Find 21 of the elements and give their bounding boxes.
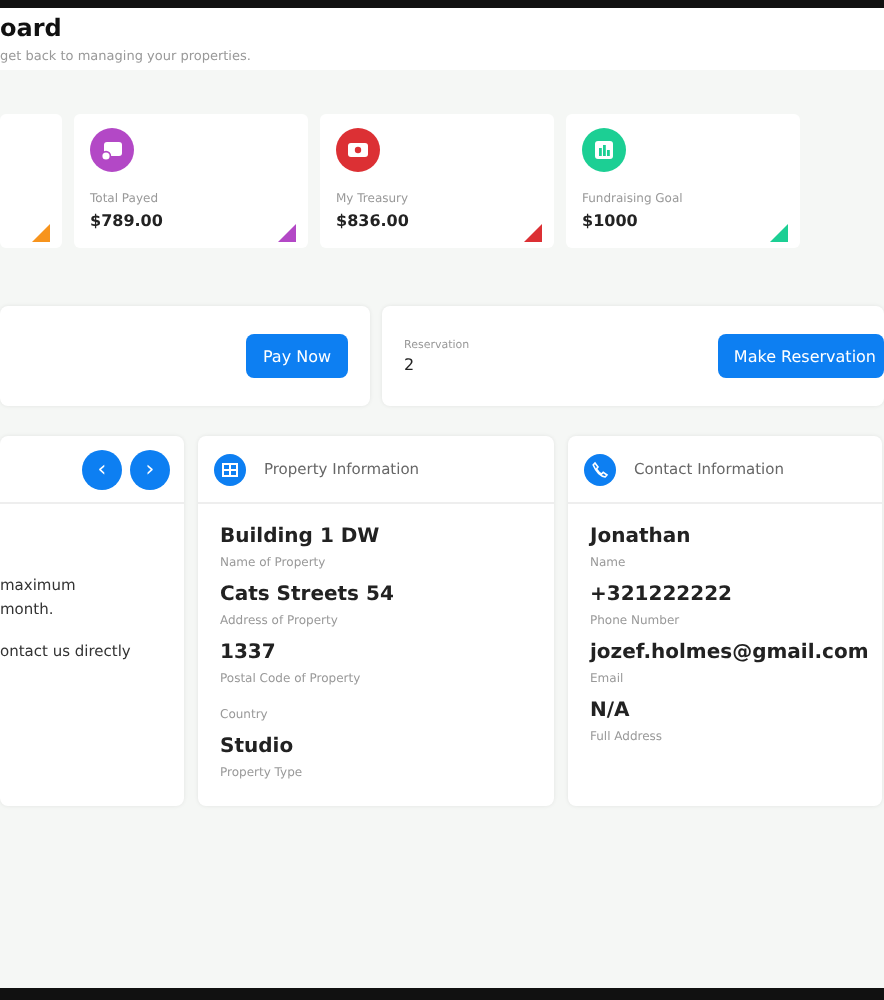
- previous-button[interactable]: ‹: [82, 449, 122, 489]
- page-title: oard: [0, 14, 64, 44]
- phone-icon: [584, 453, 616, 485]
- pay-now-button[interactable]: Pay Now: [246, 334, 348, 378]
- field-value: +321222222: [590, 584, 735, 606]
- reservation-value: 2: [404, 355, 417, 373]
- field-value: Cats Streets 54: [220, 584, 396, 606]
- field-value: jozef.holmes@gmail.com: [590, 642, 871, 664]
- chart-icon: [582, 128, 626, 172]
- field-value: Jonathan: [590, 526, 693, 548]
- field-value: N/A: [590, 700, 632, 722]
- next-button[interactable]: ›: [130, 449, 170, 489]
- field-value: Building 1 DW: [220, 526, 382, 548]
- stat-value: $789.00: [90, 212, 165, 230]
- field-value: 1337: [220, 642, 278, 664]
- field-value: Studio: [220, 736, 296, 758]
- cash-icon: [336, 128, 380, 172]
- stat-value: $836.00: [336, 212, 411, 230]
- make-reservation-button[interactable]: Make Reservation: [717, 334, 884, 378]
- stat-value: $1000: [582, 212, 640, 230]
- wallet-icon: [90, 128, 134, 172]
